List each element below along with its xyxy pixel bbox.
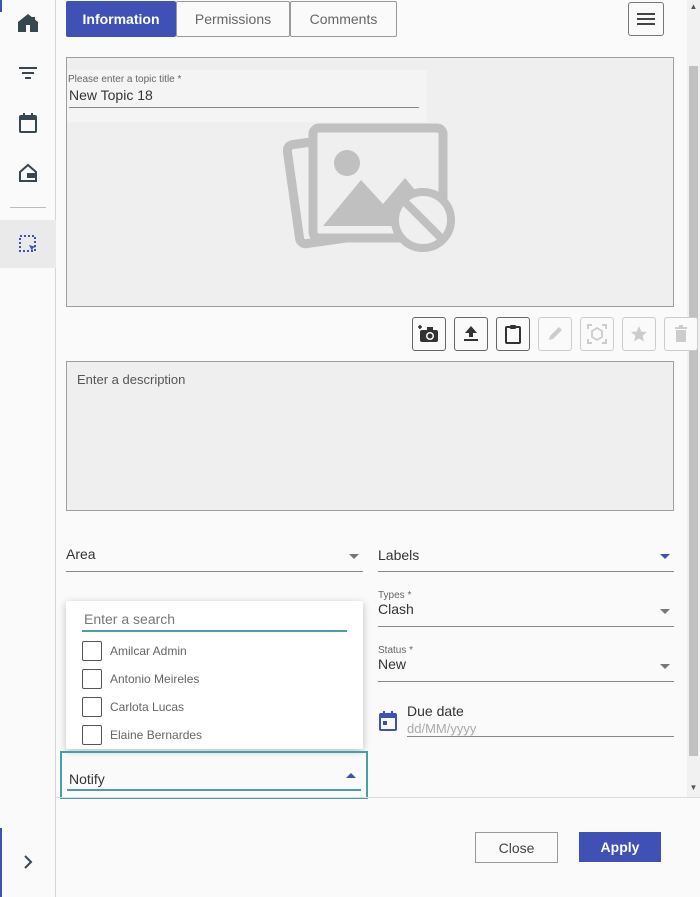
menu-button[interactable] [628,2,664,36]
option-label: Elaine Bernardes [110,728,203,742]
caret-down-icon [660,664,670,669]
sidebar [0,0,56,897]
home-icon[interactable] [16,11,40,35]
calendar-icon[interactable] [378,711,398,736]
footer-divider [56,797,700,798]
upload-button[interactable] [454,317,488,351]
add-snapshot-button[interactable] [412,317,446,351]
close-button[interactable]: Close [475,832,558,863]
checkbox[interactable] [82,697,102,717]
caret-down-icon [660,554,670,559]
tab-information[interactable]: Information [66,1,176,37]
scroll-thumb[interactable] [689,66,698,756]
pencil-icon [549,327,562,340]
hamburger-icon [637,13,655,25]
topic-title-input[interactable]: New Topic 18 [69,87,419,108]
option-label: Antonio Meireles [110,672,200,686]
tab-bar: Information Permissions Comments [66,1,397,37]
due-date-field[interactable]: Due date dd/MM/yyyy [378,703,674,737]
edit-button[interactable] [538,317,572,351]
clipboard-icon [505,325,521,344]
topic-editor: Information Permissions Comments ▲ ▼ Ple… [56,0,700,897]
due-date-label: Due date [407,703,464,719]
trash-icon [675,325,687,342]
exit-home-icon[interactable] [16,161,40,185]
checkbox[interactable] [82,641,102,661]
selection-icon[interactable] [16,232,40,256]
option-label: Carlota Lucas [110,700,185,714]
sidebar-separator [10,207,46,208]
edge-indicator [0,0,2,12]
favorite-button[interactable] [622,317,656,351]
labels-label: Labels [378,547,420,563]
image-toolbar [412,317,698,351]
due-date-input[interactable]: Due date dd/MM/yyyy [407,703,674,737]
topic-image-area: Please enter a topic title * New Topic 1… [66,57,674,307]
notify-option[interactable]: Elaine Bernardes [82,724,202,746]
star-icon [631,326,647,342]
types-value: Clash [378,601,414,617]
due-date-placeholder: dd/MM/yyyy [407,721,477,736]
filter-icon[interactable] [16,61,40,85]
notify-search-input[interactable] [82,609,347,632]
types-select[interactable]: Types * Clash [378,590,674,627]
notify-option[interactable]: Carlota Lucas [82,696,184,718]
notify-dropdown-panel: Amilcar Admin Antonio Meireles Carlota L… [66,601,363,749]
tab-comments[interactable]: Comments [290,1,397,37]
vertical-scrollbar[interactable]: ▲ ▼ [687,0,700,797]
status-select[interactable]: Status * New [378,645,674,682]
paste-button[interactable] [496,317,530,351]
scroll-down-icon[interactable]: ▼ [689,783,698,792]
scroll-up-icon[interactable]: ▲ [689,2,698,11]
area-label: Area [66,546,96,562]
calendar-icon[interactable] [16,111,40,135]
topic-title-label: Please enter a topic title * [68,74,182,85]
status-label: Status * [378,645,414,656]
upload-icon [464,326,478,341]
status-value: New [378,656,407,672]
notify-option[interactable]: Antonio Meireles [82,668,199,690]
checkbox[interactable] [82,669,102,689]
caret-down-icon [660,609,670,614]
no-image-icon [282,108,463,263]
option-label: Amilcar Admin [110,644,187,658]
view-3d-button[interactable] [580,317,614,351]
types-label: Types * [378,590,412,601]
cube-focus-icon [587,324,607,344]
notify-label: Notify [67,767,361,791]
tab-permissions[interactable]: Permissions [176,1,290,37]
caret-down-icon [349,554,359,559]
delete-button[interactable] [664,317,698,351]
labels-select[interactable]: Labels [378,547,674,572]
apply-button[interactable]: Apply [579,832,661,862]
notify-option[interactable]: Amilcar Admin [82,640,187,662]
camera-plus-icon [418,325,438,342]
description-textarea[interactable]: Enter a description [66,361,674,511]
edge-indicator [0,828,2,897]
checkbox[interactable] [82,725,102,745]
area-select[interactable]: Area [66,546,363,572]
notify-select[interactable]: Notify [60,751,368,799]
chevron-right-icon[interactable] [16,850,40,874]
caret-up-icon [346,773,356,778]
